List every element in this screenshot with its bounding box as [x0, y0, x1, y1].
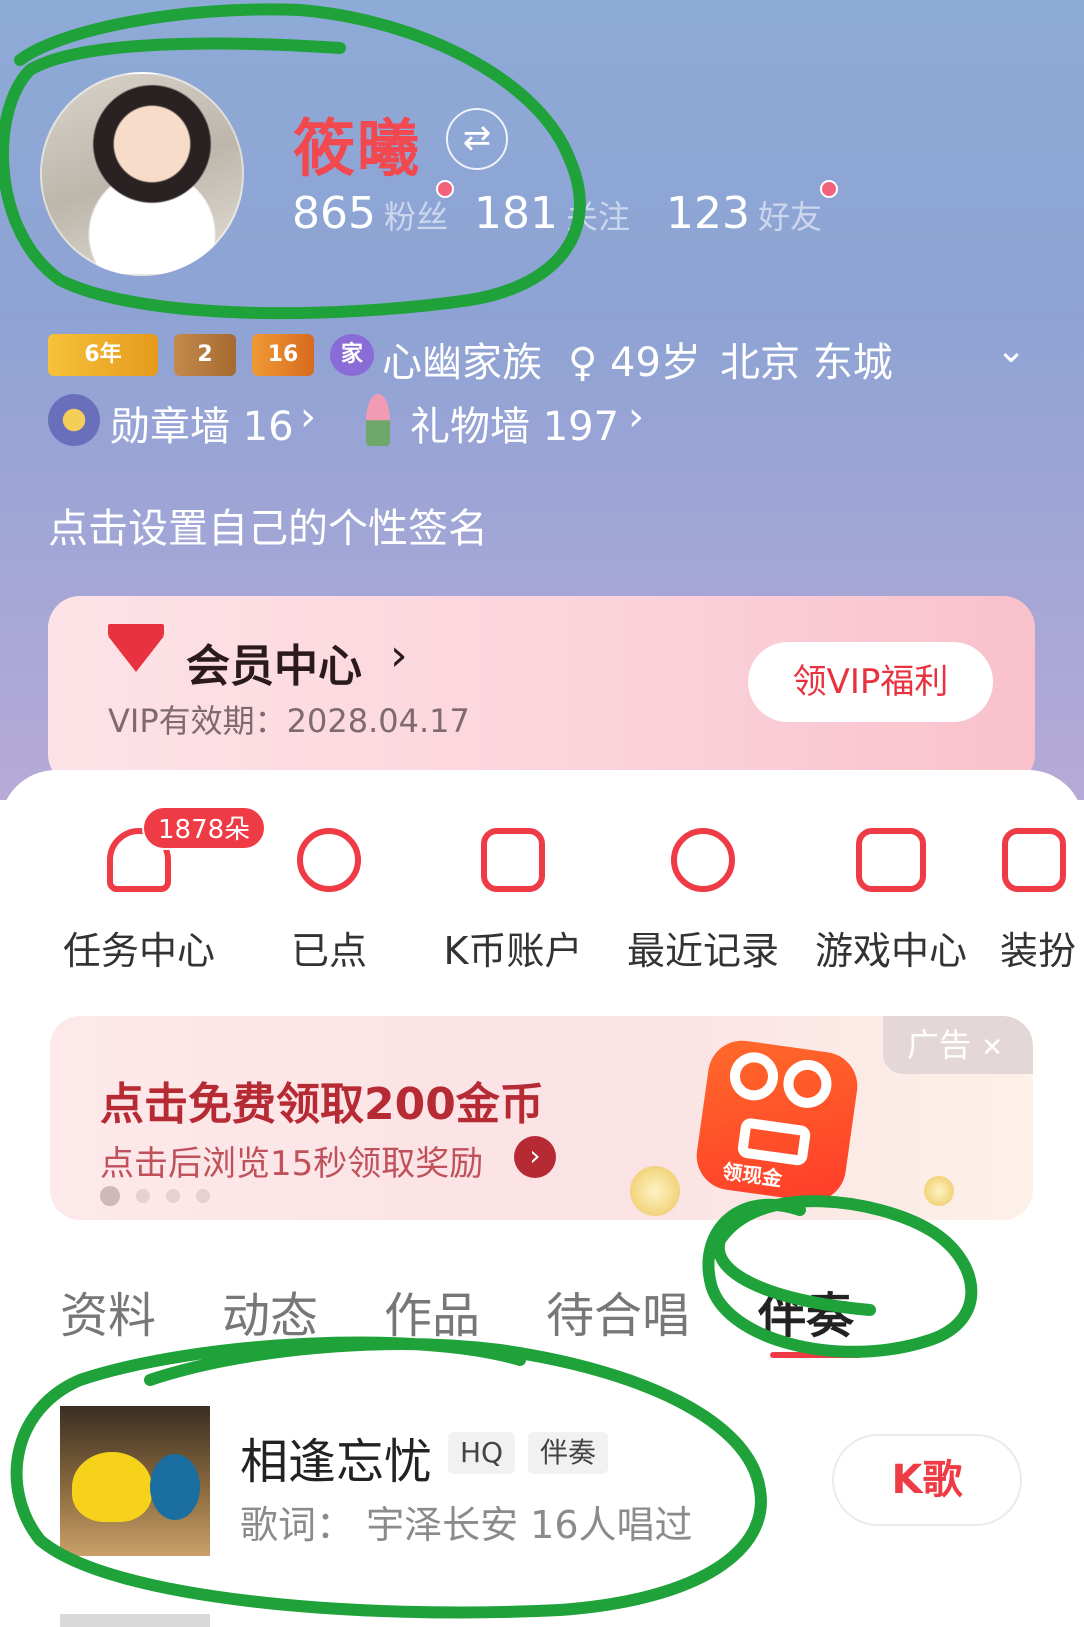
active-tab-indicator [770, 1352, 862, 1358]
shortcut-label: 最近记录 [626, 929, 779, 973]
walls-row: 勋章墙 16 › 礼物墙 197 › [48, 394, 848, 450]
chevron-right-icon: › [514, 1136, 556, 1178]
avatar[interactable] [40, 72, 244, 276]
shortcut-label: 游戏中心 [814, 929, 967, 973]
signature-placeholder[interactable]: 点击设置自己的个性签名 [48, 496, 488, 554]
tab-moments[interactable]: 动态 [222, 1276, 318, 1346]
shirt-icon [1002, 828, 1066, 892]
bird-shape [150, 1454, 200, 1520]
friends-stat[interactable]: 123 好友 [666, 188, 822, 239]
carousel-dot [196, 1189, 210, 1203]
disc-icon [297, 828, 361, 892]
vip-card[interactable]: 会员中心 › VIP有效期：2028.04.17 领VIP福利 [48, 596, 1035, 786]
badge-row: 6年 2 16 家 心幽家族 ♀ 49岁 北京 东城 ⌄ [48, 330, 1038, 386]
wallet-icon [481, 828, 545, 892]
gamepad-icon [856, 828, 926, 892]
ad-title: 点击免费领取200金币 [100, 1079, 544, 1130]
vip-years-badge[interactable]: 6年 [48, 334, 158, 376]
ad-close-tag[interactable]: 广告 ✕ [883, 1016, 1033, 1074]
shortcut-game[interactable]: 游戏中心 [806, 828, 976, 973]
fans-new-dot [436, 180, 454, 198]
chevron-right-icon: › [300, 394, 316, 440]
medal-wall-link[interactable]: 勋章墙 16 [110, 394, 294, 452]
next-song-cover[interactable] [60, 1614, 210, 1627]
close-icon[interactable]: ✕ [981, 1033, 1003, 1063]
vip-expire: VIP有效期：2028.04.17 [108, 702, 470, 740]
coin-icon [630, 1166, 680, 1216]
kuaishou-app-icon: 领现金 [692, 1036, 862, 1206]
fans-stat[interactable]: 865 粉丝 [292, 188, 448, 239]
level-badge-a[interactable]: 2 [174, 334, 236, 376]
tab-profile[interactable]: 资料 [60, 1276, 156, 1346]
carousel-dots [100, 1186, 226, 1207]
fans-count: 865 [292, 188, 376, 239]
vip-diamond-icon [108, 624, 164, 672]
follow-stat[interactable]: 181 关注 [474, 188, 630, 239]
hq-chip: HQ [448, 1432, 516, 1474]
friends-count: 123 [666, 188, 750, 239]
shortcut-label: 已点 [290, 929, 367, 973]
fans-label: 粉丝 [383, 198, 448, 236]
flower-icon [366, 394, 390, 446]
chevron-down-icon[interactable]: ⌄ [996, 330, 1026, 371]
tab-works[interactable]: 作品 [384, 1276, 480, 1346]
shortcut-dressup[interactable]: 装扮 [994, 828, 1084, 968]
location: 北京 东城 [720, 340, 893, 386]
song-meta: 歌词： 宇泽长安 16人唱过 [240, 1503, 693, 1547]
carousel-dot [100, 1186, 120, 1206]
ad-subtitle: 点击后浏览15秒领取奖励 [100, 1144, 484, 1184]
shortcut-label: 装扮 [1000, 929, 1077, 968]
clock-icon [671, 828, 735, 892]
shortcut-label: 任务中心 [62, 929, 215, 973]
vip-title: 会员中心 [186, 641, 362, 692]
chevron-right-icon: › [390, 630, 408, 681]
switch-account-icon[interactable]: ⇄ [446, 108, 508, 170]
gift-wall-link[interactable]: 礼物墙 197 [410, 394, 619, 452]
vip-benefit-button[interactable]: 领VIP福利 [748, 642, 993, 722]
follow-label: 关注 [565, 198, 630, 236]
ad-tag-label: 广告 [907, 1026, 972, 1064]
accompaniment-chip: 伴奏 [528, 1432, 609, 1474]
shortcut-label: K币账户 [443, 929, 583, 973]
carousel-dot [166, 1189, 180, 1203]
ad-banner[interactable]: 点击免费领取200金币 点击后浏览15秒领取奖励 › 领现金 广告 ✕ [50, 1016, 1033, 1220]
family-badge-icon[interactable]: 家 [330, 334, 374, 376]
friends-label: 好友 [757, 198, 822, 236]
app-ring [726, 1049, 782, 1104]
chevron-right-icon: › [628, 394, 644, 440]
gender-age: ♀ 49岁 [568, 340, 701, 386]
shortcut-requested[interactable]: 已点 [244, 828, 414, 973]
app-ring [780, 1056, 835, 1111]
duck-shape [72, 1452, 152, 1522]
friends-new-dot [820, 180, 838, 198]
follow-count: 181 [474, 188, 558, 239]
medal-icon [48, 394, 100, 446]
family-name[interactable]: 心幽家族 [382, 330, 542, 388]
tab-duet[interactable]: 待合唱 [546, 1276, 690, 1346]
level-badge-b[interactable]: 16 [252, 334, 314, 376]
song-title[interactable]: 相逢忘忧 [240, 1422, 432, 1492]
username: 筱曦 [293, 112, 422, 185]
song-cover[interactable] [60, 1406, 210, 1556]
shortcut-kcoin[interactable]: K币账户 [428, 828, 598, 973]
tab-accompaniment[interactable]: 伴奏 [758, 1276, 854, 1346]
shortcut-recent[interactable]: 最近记录 [618, 828, 788, 973]
carousel-dot [136, 1189, 150, 1203]
sing-button[interactable]: K歌 [832, 1434, 1022, 1526]
coin-icon [924, 1176, 954, 1206]
